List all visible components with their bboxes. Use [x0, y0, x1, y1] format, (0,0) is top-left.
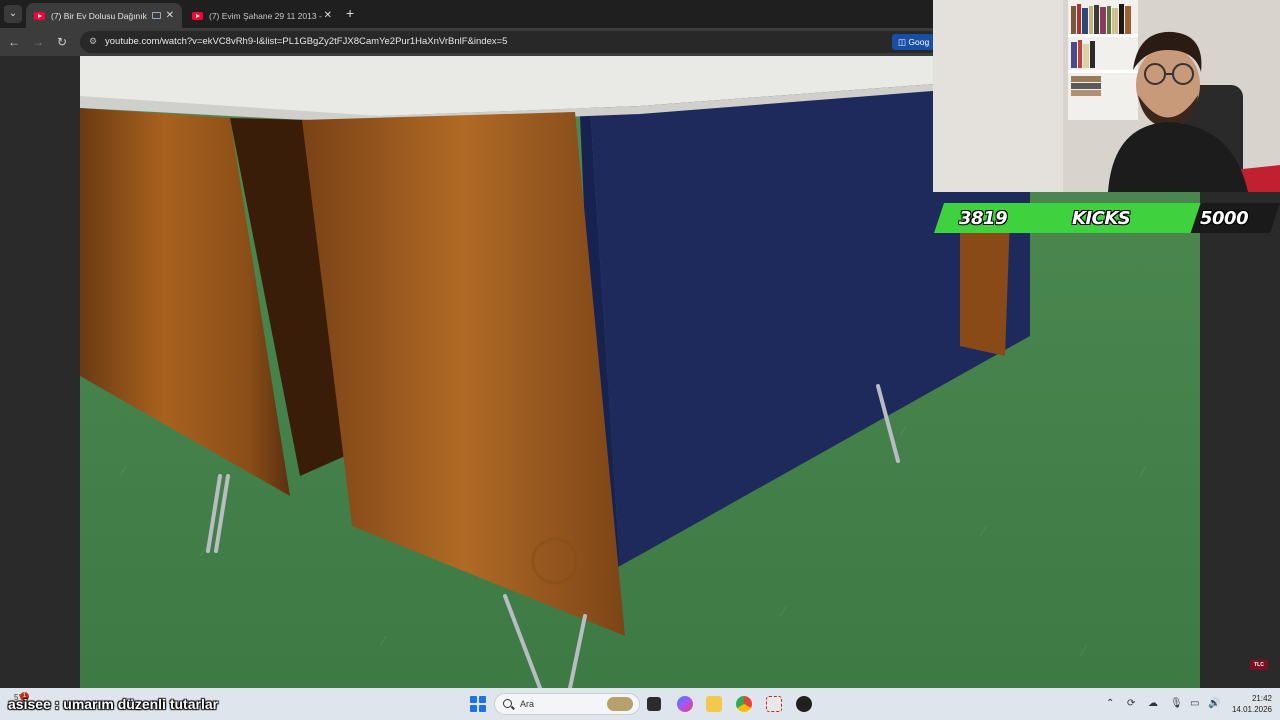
tab-title: (7) Evim Şahane 29 11 2013 - Y — [209, 10, 324, 21]
webcam-frame — [933, 0, 1280, 192]
chevron-up-icon[interactable]: ⌃ — [1106, 698, 1114, 709]
cloud-icon[interactable]: ☁ — [1148, 698, 1158, 709]
url-text[interactable]: youtube.com/watch?v=ekVC8vRh9-I&list=PL1… — [105, 36, 507, 47]
close-icon[interactable]: ✕ — [166, 10, 174, 21]
start-tile — [479, 696, 486, 703]
chevron-down-icon: ⌄ — [8, 8, 18, 19]
youtube-icon — [192, 11, 203, 20]
chat-subtitle: asisee : umarım düzenli tutarlar — [8, 696, 219, 712]
youtube-icon — [34, 11, 45, 20]
snipping-tool-icon[interactable] — [766, 696, 782, 712]
taskbar-search[interactable]: Ara — [494, 693, 640, 715]
channel-logo: TLC — [1250, 660, 1268, 670]
reload-button[interactable]: ↻ — [54, 34, 70, 50]
clock-time: 21:42 — [1251, 694, 1272, 703]
network-icon[interactable]: ▭ — [1190, 698, 1199, 709]
copilot-icon[interactable] — [677, 696, 693, 712]
cast-icon — [151, 12, 161, 19]
address-bar[interactable]: ⚙ youtube.com/watch?v=ekVC8vRh9-I&list=P… — [80, 31, 940, 53]
search-placeholder: Ara — [520, 699, 535, 709]
kicks-goal-bar: 3819 KICKS 5000 — [934, 203, 1280, 233]
tab-inactive[interactable]: (7) Evim Şahane 29 11 2013 - Y ✕ — [184, 3, 340, 28]
windows-start-icon[interactable] — [470, 696, 486, 712]
system-clock[interactable]: 21:42 14.01.2026 — [1228, 693, 1272, 715]
google-translate-button[interactable]: ◫ Goog — [892, 34, 936, 50]
translate-icon: ◫ — [898, 37, 909, 47]
tab-active[interactable]: (7) Bir Ev Dolusu Dağınıklık ✕ — [26, 3, 182, 28]
tab-search-button[interactable]: ⌄ — [4, 5, 22, 23]
task-view-icon[interactable] — [647, 697, 661, 711]
kicks-current-count: 3819 — [959, 208, 1008, 229]
back-arrow-icon: ← — [8, 35, 20, 49]
webcam-overlay — [933, 0, 1280, 192]
kicks-label: KICKS — [1072, 208, 1131, 229]
volume-icon[interactable]: 🔊 — [1208, 698, 1220, 709]
chrome-icon[interactable] — [736, 696, 752, 712]
start-tile — [479, 705, 486, 712]
kicks-goal-count: 5000 — [1200, 208, 1249, 229]
start-tile — [470, 696, 477, 703]
forward-arrow-icon: → — [32, 35, 44, 49]
tune-icon[interactable]: ⚙ — [89, 36, 100, 47]
clock-date: 14.01.2026 — [1231, 705, 1272, 714]
search-icon — [503, 699, 512, 708]
close-icon[interactable]: ✕ — [324, 10, 332, 21]
reload-icon: ↻ — [56, 35, 68, 49]
forward-button[interactable]: → — [30, 34, 46, 50]
back-button[interactable]: ← — [6, 34, 22, 50]
sync-icon[interactable]: ⟳ — [1127, 698, 1135, 709]
microphone-icon[interactable]: 🎙 — [1170, 698, 1183, 709]
file-explorer-icon[interactable] — [706, 696, 722, 712]
tab-title: (7) Bir Ev Dolusu Dağınıklık — [51, 10, 147, 21]
start-tile — [470, 705, 477, 712]
obs-icon[interactable] — [796, 696, 812, 712]
new-tab-button[interactable]: + — [346, 5, 354, 21]
search-highlight-image — [607, 697, 633, 711]
translate-label: Goog — [908, 37, 930, 47]
